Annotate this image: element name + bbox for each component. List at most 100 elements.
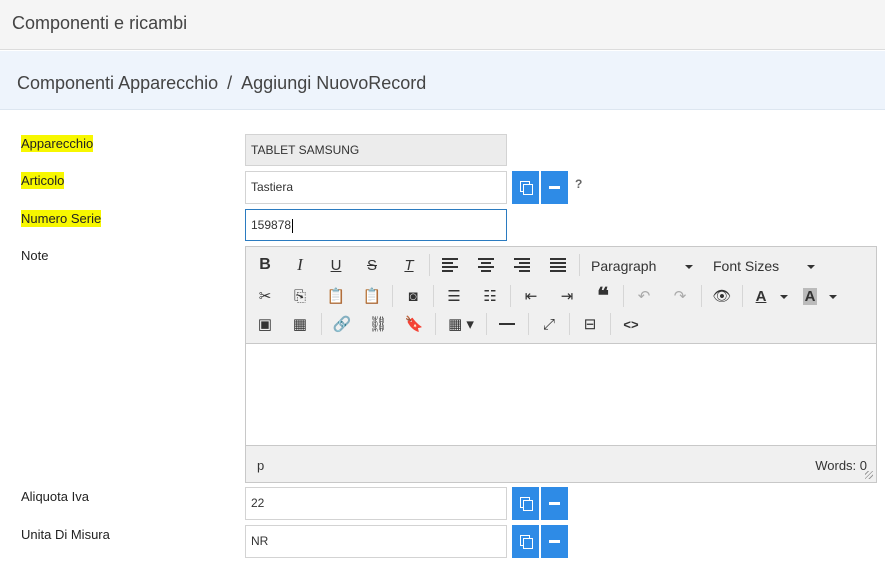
redo-button[interactable]: ↷ xyxy=(667,284,693,308)
paste-button[interactable]: 📋 xyxy=(323,284,349,308)
link-icon: 🔗 xyxy=(332,316,352,333)
copy-icon xyxy=(519,497,533,511)
copy-icon xyxy=(519,181,533,195)
app-title: Componenti e ricambi xyxy=(12,13,188,33)
note-rich-text-editor[interactable]: B I U S T Paragraph Font Sizes ✂ ⎘ 📋 📋 ◙… xyxy=(245,246,877,483)
align-left-button[interactable] xyxy=(437,253,463,277)
resize-handle-icon[interactable] xyxy=(865,471,873,479)
chevron-down-icon xyxy=(807,265,815,269)
breadcrumb-separator: / xyxy=(227,73,233,93)
clipboard-icon: 📋 xyxy=(326,288,346,305)
bullet-list-button[interactable]: ☰ xyxy=(441,284,467,308)
app-header: Componenti e ricambi xyxy=(0,0,885,50)
aliquota-iva-remove-button[interactable] xyxy=(541,487,568,520)
aliquota-iva-label: Aliquota Iva xyxy=(21,489,89,504)
word-count: Words: 0 xyxy=(815,458,867,473)
align-left-icon xyxy=(442,256,458,274)
apparecchio-label: Apparecchio xyxy=(21,135,94,152)
editor-content-area[interactable] xyxy=(246,344,876,445)
horizontal-rule-icon xyxy=(499,323,515,325)
numbered-list-button[interactable]: ☷ xyxy=(477,284,503,308)
paste-text-button[interactable]: 📋 xyxy=(359,284,385,308)
cut-button[interactable]: ✂ xyxy=(252,284,278,308)
minus-icon xyxy=(549,540,560,543)
indent-icon: ⇥ xyxy=(560,288,574,305)
bold-button[interactable]: B xyxy=(252,253,278,277)
undo-button[interactable]: ↶ xyxy=(631,284,657,308)
font-size-dropdown[interactable]: Font Sizes xyxy=(713,258,821,274)
toolbar-separator xyxy=(321,313,322,335)
fullscreen-icon: ⤢ xyxy=(542,315,555,333)
insert-media-button[interactable]: ▦ xyxy=(287,312,313,336)
anchor-button[interactable]: 🔖 xyxy=(401,312,427,336)
horizontal-rule-button[interactable] xyxy=(494,312,520,336)
toolbar-separator xyxy=(701,285,702,307)
toolbar-separator xyxy=(579,254,580,276)
align-justify-button[interactable] xyxy=(545,253,571,277)
underline-button[interactable]: U xyxy=(323,253,349,277)
help-icon[interactable]: ? xyxy=(575,177,582,191)
breadcrumb: Componenti Apparecchio / Aggiungi NuovoRec… xyxy=(17,73,426,94)
text-caret xyxy=(292,218,294,233)
blockquote-button[interactable]: ❝ xyxy=(590,283,616,308)
remove-link-button[interactable]: ⛓ xyxy=(365,312,391,336)
copy-icon xyxy=(519,535,533,549)
preview-button[interactable]: 👁 xyxy=(709,284,735,308)
indent-button[interactable]: ⇥ xyxy=(554,284,580,308)
articolo-copy-button[interactable] xyxy=(512,171,539,204)
align-right-button[interactable] xyxy=(509,253,535,277)
insert-image-button[interactable]: ▣ xyxy=(252,312,278,336)
toolbar-separator xyxy=(623,285,624,307)
toolbar-separator xyxy=(610,313,611,335)
background-color-button[interactable]: A xyxy=(797,284,823,308)
unita-misura-remove-button[interactable] xyxy=(541,525,568,558)
format-dropdown[interactable]: Paragraph xyxy=(591,258,699,274)
chevron-down-icon[interactable] xyxy=(780,295,788,299)
bullet-list-icon: ☰ xyxy=(447,288,461,305)
toolbar-separator xyxy=(742,285,743,307)
fullscreen-button[interactable]: ⤢ xyxy=(536,312,562,336)
outdent-button[interactable]: ⇤ xyxy=(518,284,544,308)
align-center-icon xyxy=(478,256,494,274)
italic-button[interactable]: I xyxy=(287,253,313,277)
articolo-remove-button[interactable] xyxy=(541,171,568,204)
page-break-button[interactable]: ⊟ xyxy=(577,312,603,336)
align-center-button[interactable] xyxy=(473,253,499,277)
numbered-list-icon: ☷ xyxy=(483,288,497,305)
toolbar-separator xyxy=(429,254,430,276)
chevron-down-icon[interactable] xyxy=(829,295,837,299)
insert-link-button[interactable]: 🔗 xyxy=(329,312,355,336)
text-color-button[interactable]: A xyxy=(748,284,774,308)
paste-text-icon: 📋 xyxy=(362,288,382,305)
clear-format-button[interactable]: T xyxy=(396,253,422,277)
copy-button[interactable]: ⎘ xyxy=(287,284,313,308)
redo-icon: ↷ xyxy=(673,288,687,305)
editor-toolbar: B I U S T Paragraph Font Sizes ✂ ⎘ 📋 📋 ◙… xyxy=(246,247,876,344)
undo-icon: ↶ xyxy=(637,288,651,305)
binoculars-icon: ◙ xyxy=(408,287,418,305)
articolo-field[interactable]: Tastiera xyxy=(245,171,507,204)
note-label: Note xyxy=(21,248,49,263)
minus-icon xyxy=(549,186,560,189)
breadcrumb-item-aggiungi: Aggiungi NuovoRecord xyxy=(241,73,427,93)
toolbar-separator xyxy=(569,313,570,335)
find-replace-button[interactable]: ◙ xyxy=(400,284,426,308)
aliquota-iva-field[interactable]: 22 xyxy=(245,487,507,520)
editor-statusbar: p Words: 0 xyxy=(246,445,876,482)
chevron-down-icon xyxy=(685,265,693,269)
unita-misura-label: Unita Di Misura xyxy=(21,527,110,542)
eye-icon: 👁 xyxy=(712,288,732,305)
align-justify-icon xyxy=(550,256,566,274)
aliquota-iva-copy-button[interactable] xyxy=(512,487,539,520)
strikethrough-button[interactable]: S xyxy=(359,253,385,277)
numero-serie-field[interactable]: 159878 xyxy=(245,209,507,241)
toolbar-separator xyxy=(528,313,529,335)
table-button[interactable]: ▦ ▾ xyxy=(443,312,479,336)
element-path[interactable]: p xyxy=(257,458,264,473)
breadcrumb-item-componenti[interactable]: Componenti Apparecchio xyxy=(17,73,218,93)
unita-misura-copy-button[interactable] xyxy=(512,525,539,558)
table-icon: ▦ ▾ xyxy=(448,316,474,333)
unita-misura-field[interactable]: NR xyxy=(245,525,507,558)
bookmark-icon: 🔖 xyxy=(404,316,424,333)
source-code-button[interactable]: <> xyxy=(618,312,644,336)
